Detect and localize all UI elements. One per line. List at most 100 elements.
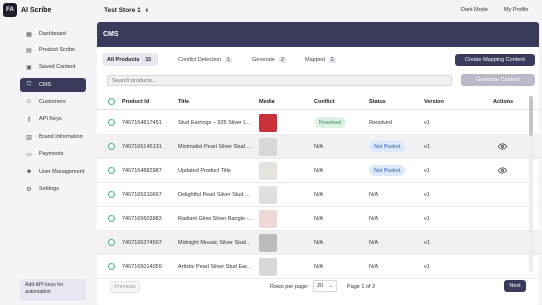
row-select-radio[interactable] [108, 239, 115, 246]
rows-per-page-value: 20 [317, 283, 324, 289]
sidebar-item-customers[interactable]: ☺ Customers [20, 95, 86, 109]
product-title: Minimalist Pearl Silver Stud ... [178, 144, 252, 150]
conflict-text: N/A [314, 168, 324, 174]
row-select-radio[interactable] [108, 263, 115, 270]
products-table: Product Id Title Media Conflict Status V… [97, 94, 539, 279]
product-title: Updated Product Title [178, 168, 231, 174]
table-row[interactable]: 7407165374507 Midnight Mosaic Silver Stu… [97, 231, 539, 255]
save-icon: ▣ [26, 64, 32, 71]
row-select-radio[interactable] [108, 119, 115, 126]
sidebar-item-cms[interactable]: ⛉ CMS [20, 78, 86, 92]
select-all-radio[interactable] [108, 98, 115, 105]
column-header[interactable]: Conflict [314, 99, 334, 105]
product-thumbnail [259, 210, 277, 228]
building-icon: ▥ [26, 134, 32, 141]
my-profile-link[interactable]: My Profile [504, 7, 528, 13]
status-text: N/A [369, 216, 379, 222]
column-header[interactable]: Product Id [122, 99, 149, 105]
sidebar-item-payments[interactable]: ▭ Payments [20, 147, 86, 161]
product-title: Delightful Pearl Silver Stud ... [178, 192, 250, 198]
conflict-text: N/A [314, 240, 324, 246]
card-icon: ▭ [26, 151, 32, 158]
tab-mapped[interactable]: Mapped 2 [300, 53, 341, 66]
rows-per-page-label: Rows per page: [270, 284, 309, 290]
version: v1 [424, 264, 430, 270]
dark-mode-toggle[interactable]: Dark Mode [461, 7, 488, 13]
tab-generate[interactable]: Generate 2 [247, 53, 291, 66]
row-select-radio[interactable] [108, 167, 115, 174]
tab-count: 2 [278, 56, 286, 63]
filter-icon: ⛉ [26, 81, 32, 88]
product-thumbnail [259, 114, 277, 132]
table-row[interactable]: 7407164882987 Updated Product Title N/A … [97, 159, 539, 183]
status-badge: Not Posted [369, 141, 406, 152]
rows-per-page-select[interactable]: 20 ⌄ [313, 280, 337, 292]
eye-icon[interactable] [498, 166, 507, 175]
tab-count: 33 [143, 56, 153, 63]
column-header[interactable]: Media [259, 99, 275, 105]
page-title: CMS [103, 31, 119, 38]
row-select-radio[interactable] [108, 143, 115, 150]
key-icon: ⚷ [26, 116, 32, 123]
tab-count: 2 [328, 56, 336, 63]
chevron-updown-icon: ⬍ [144, 7, 149, 14]
sidebar-item-dashboard[interactable]: ▦ Dashboard [20, 27, 86, 41]
table-row[interactable]: 7407165014059 Artistic Pearl Silver Stud… [97, 255, 539, 279]
scrollbar-thumb[interactable] [529, 96, 533, 136]
status-text: N/A [369, 264, 379, 270]
gear-icon: ⚙ [26, 186, 32, 193]
product-id: 7407165603883 [122, 216, 162, 222]
sidebar-item-label: Settings [39, 186, 59, 192]
table-row[interactable]: 7407165145131 Minimalist Pearl Silver St… [97, 135, 539, 159]
version: v1 [424, 120, 430, 126]
eye-icon[interactable] [498, 142, 507, 151]
next-page-button[interactable]: Next [504, 280, 526, 292]
product-id: 7407165210667 [122, 192, 162, 198]
table-row[interactable]: 7407165603883 Radiant Glow Silver Bangle… [97, 207, 539, 231]
tab-all-products[interactable]: All Products 33 [102, 53, 158, 66]
version: v1 [424, 168, 430, 174]
grid-icon: ▦ [26, 31, 32, 38]
search-input[interactable] [107, 75, 452, 86]
sidebar-item-label: API Keys [39, 116, 62, 122]
conflict-text: N/A [314, 264, 324, 270]
column-header[interactable]: Version [424, 99, 444, 105]
row-select-radio[interactable] [108, 191, 115, 198]
create-mapping-content-button[interactable]: Create Mapping Content [455, 54, 535, 66]
users-icon: ☺ [25, 99, 33, 105]
status-badge: Not Posted [369, 165, 406, 176]
table-row[interactable]: 7407165210667 Delightful Pearl Silver St… [97, 183, 539, 207]
sidebar-item-brand-information[interactable]: ▥ Brand Information [20, 130, 86, 144]
sidebar-item-product-scribe[interactable]: ▤ Product Scribe [20, 43, 86, 57]
sidebar-item-api-keys[interactable]: ⚷ API Keys [20, 112, 86, 126]
table-header: Product Id Title Media Conflict Status V… [97, 94, 539, 110]
product-id: 7407164817451 [122, 120, 162, 126]
column-header[interactable]: Title [178, 99, 189, 105]
app-logo[interactable]: FA [3, 3, 17, 17]
main-panel: CMS All Products 33 Conflict Detection 1… [97, 22, 539, 305]
store-selector[interactable]: Test Store 1 ⬍ [104, 7, 149, 14]
column-header[interactable]: Actions [493, 99, 513, 105]
chevron-down-icon: ⌄ [328, 283, 333, 289]
status-text: Resolved [369, 120, 392, 126]
version: v1 [424, 240, 430, 246]
generate-content-button[interactable]: Generate Content [461, 74, 535, 86]
sidebar-item-user-management[interactable]: ☻ User Management [20, 165, 86, 179]
sidebar-item-saved-content[interactable]: ▣ Saved Content [20, 60, 86, 74]
table-row[interactable]: 7407164817451 Stud Earrings – 925 Silver… [97, 111, 539, 135]
app-name: AI Scribe [21, 7, 52, 14]
tab-conflict-detection[interactable]: Conflict Detection 1 [173, 53, 237, 66]
column-header[interactable]: Status [369, 99, 386, 105]
product-thumbnail [259, 186, 277, 204]
product-thumbnail [259, 162, 277, 180]
sidebar-item-settings[interactable]: ⚙ Settings [20, 182, 86, 196]
sidebar-item-label: Payments [39, 151, 64, 157]
product-id: 7407164882987 [122, 168, 162, 174]
user-icon: ☻ [25, 169, 33, 175]
api-keys-callout[interactable]: Add API keys for automation [20, 279, 86, 301]
store-name: Test Store 1 [104, 7, 141, 14]
sidebar: ▦ Dashboard ▤ Product Scribe ▣ Saved Con… [18, 22, 88, 305]
product-title: Midnight Mosaic Silver Stud... [178, 240, 251, 246]
previous-page-button[interactable]: Previous [110, 281, 140, 293]
row-select-radio[interactable] [108, 215, 115, 222]
